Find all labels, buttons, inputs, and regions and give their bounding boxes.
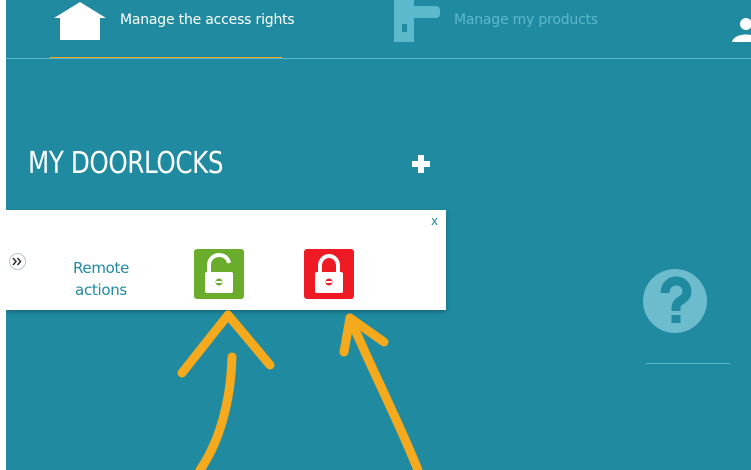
- top-nav: Manage the access rights Manage my produ…: [6, 0, 751, 59]
- user-icon[interactable]: [732, 18, 751, 42]
- app-window: Manage the access rights Manage my produ…: [6, 0, 751, 470]
- tab-label-access-rights: Manage the access rights: [120, 12, 295, 28]
- door-handle-icon: [394, 0, 440, 42]
- plus-icon: [412, 155, 430, 173]
- add-doorlock-button[interactable]: [412, 155, 430, 173]
- page-title: MY DOORLOCKS: [28, 146, 224, 181]
- unlock-button[interactable]: [194, 249, 244, 299]
- nav-divider: [6, 58, 751, 59]
- tab-manage-products[interactable]: Manage my products: [394, 0, 634, 56]
- tab-manage-access-rights[interactable]: Manage the access rights: [54, 0, 316, 56]
- unlocked-padlock-icon: [205, 252, 233, 293]
- help-button[interactable]: [643, 269, 707, 333]
- lock-button[interactable]: [304, 249, 354, 299]
- home-icon: [54, 2, 106, 40]
- tab-label-products: Manage my products: [454, 12, 598, 28]
- close-card-button[interactable]: x: [431, 214, 438, 228]
- remote-actions-label: Remote actions: [66, 257, 136, 301]
- remote-label-line1: Remote: [72, 259, 130, 277]
- question-mark-icon: [660, 276, 692, 323]
- expand-button[interactable]: [9, 253, 26, 270]
- help-divider: [646, 363, 730, 364]
- locked-padlock-icon: [315, 253, 343, 293]
- remote-label-line2: actions: [75, 281, 127, 299]
